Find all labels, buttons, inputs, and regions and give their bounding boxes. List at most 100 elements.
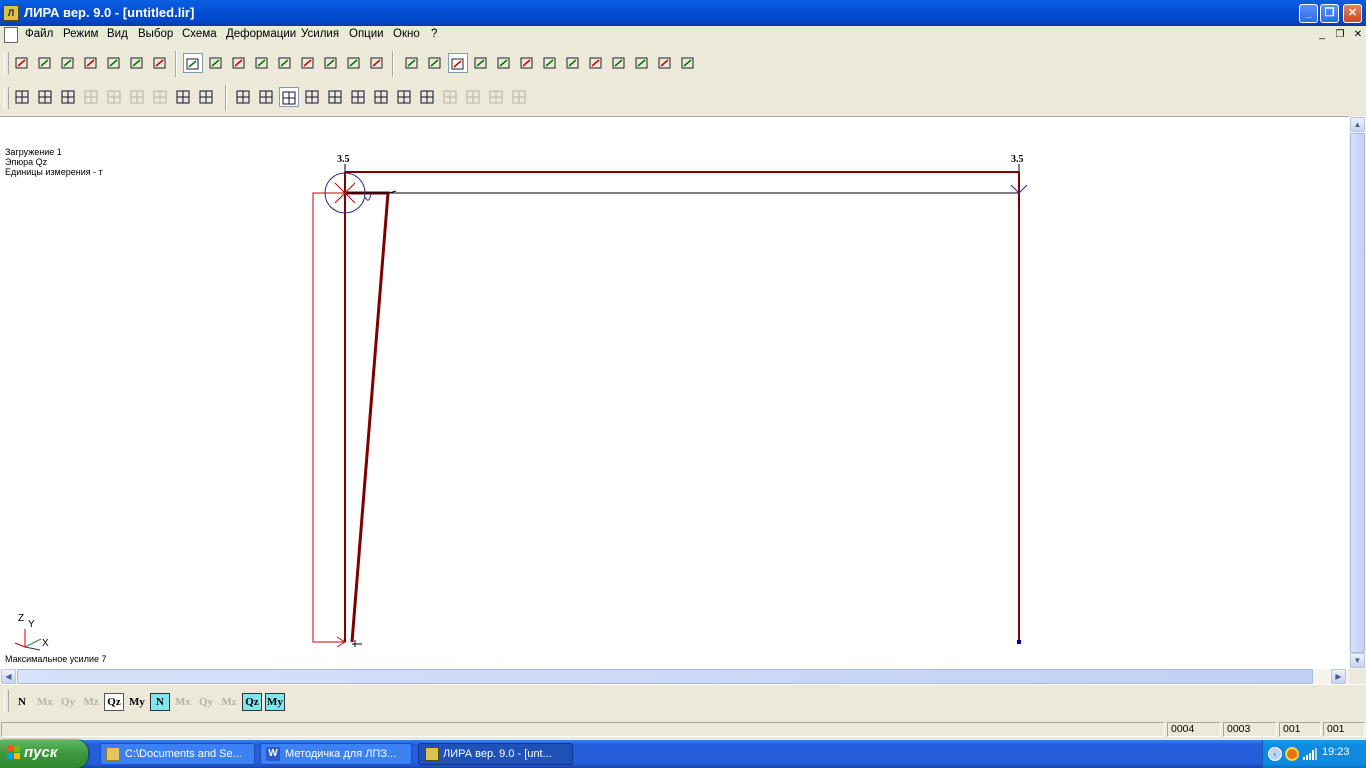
mosaic-N-button[interactable]: N — [150, 693, 170, 711]
toolbar-grip[interactable] — [4, 52, 9, 74]
close-button[interactable]: ✕ — [1343, 4, 1362, 23]
copy-button[interactable] — [12, 53, 32, 73]
horizontal-scrollbar[interactable]: ◀ ▶ — [0, 669, 1349, 684]
app-icon[interactable]: Л — [3, 5, 19, 21]
plate-button[interactable] — [632, 53, 652, 73]
zoom-window-button[interactable] — [494, 53, 514, 73]
vertical-scroll-thumb[interactable] — [1350, 133, 1365, 653]
grid-frame2-button[interactable] — [35, 87, 55, 107]
force-Mx-button[interactable]: Mx — [35, 693, 55, 711]
bar-chart-button[interactable] — [440, 87, 460, 107]
menu-deformations[interactable]: Деформации — [226, 28, 296, 40]
node-select-button[interactable] — [425, 53, 445, 73]
load-triangle-button[interactable] — [104, 53, 124, 73]
menu-options[interactable]: Опции — [349, 28, 384, 40]
restore-button[interactable]: ❐ — [1320, 4, 1339, 23]
quad2-button[interactable] — [325, 87, 345, 107]
mosaic-Mx-button[interactable]: Mx — [173, 693, 193, 711]
tray-app-icon[interactable] — [1285, 747, 1299, 761]
mesh-button[interactable] — [233, 87, 253, 107]
force-Qz-button[interactable]: Qz — [104, 693, 124, 711]
zoom-button[interactable] — [344, 53, 364, 73]
force-Mz-button[interactable]: Mz — [81, 693, 101, 711]
num-button[interactable] — [394, 87, 414, 107]
mosaic-Mz-button[interactable]: Mz — [219, 693, 239, 711]
mosaic-Qy-button[interactable]: Qy — [196, 693, 216, 711]
zoom-out-button[interactable] — [471, 53, 491, 73]
brush-button[interactable] — [517, 53, 537, 73]
yz-plane-button[interactable] — [252, 53, 272, 73]
menu-file[interactable]: Файл — [25, 28, 53, 40]
scroll-left-button[interactable]: ◀ — [1, 669, 16, 684]
force-Qy-button[interactable]: Qy — [58, 693, 78, 711]
task-word[interactable]: Методичка для ЛПЗ... — [260, 743, 412, 765]
notes-button[interactable] — [586, 53, 606, 73]
task-lira[interactable]: ЛИРА вер. 9.0 - [unt... — [418, 743, 573, 765]
layers-button[interactable] — [563, 53, 583, 73]
flag-button[interactable] — [298, 53, 318, 73]
node-n-button[interactable] — [348, 87, 368, 107]
force-N-button[interactable]: N — [12, 693, 32, 711]
dump-button[interactable] — [58, 53, 78, 73]
toolbar-grip[interactable] — [4, 690, 9, 712]
menu-scheme[interactable]: Схема — [182, 28, 217, 40]
force-My-button[interactable]: My — [127, 693, 147, 711]
paste-button[interactable] — [35, 53, 55, 73]
scroll-right-button[interactable]: ▶ — [1331, 669, 1346, 684]
ellipse-button[interactable] — [104, 87, 124, 107]
xz-plane-button[interactable] — [206, 53, 226, 73]
pencil-button[interactable] — [321, 53, 341, 73]
leaf-button[interactable] — [196, 87, 216, 107]
arc-button[interactable] — [81, 87, 101, 107]
3d-button[interactable] — [655, 53, 675, 73]
grid-frame3-button[interactable] — [58, 87, 78, 107]
help-cursor-icon — [678, 55, 698, 71]
menu-forces[interactable]: Усилия — [301, 28, 339, 40]
mdi-minimize-button[interactable]: _ — [1314, 28, 1330, 42]
toolbar-grip[interactable] — [4, 87, 9, 109]
drawing-canvas[interactable]: Загружение 1 Эпюра Qz Единицы измерения … — [0, 116, 1349, 670]
scroll-up-button[interactable]: ▲ — [1350, 117, 1365, 132]
menu-window[interactable]: Окно — [393, 28, 420, 40]
vertical-scrollbar[interactable]: ▲ ▼ — [1349, 116, 1366, 669]
signal-icon[interactable] — [1302, 747, 1318, 761]
rotate-button[interactable] — [275, 53, 295, 73]
document-icon[interactable] — [4, 27, 18, 43]
sigma-n-button[interactable] — [150, 53, 170, 73]
eraser-button[interactable] — [540, 53, 560, 73]
axes-button[interactable] — [183, 53, 203, 73]
quad-button[interactable] — [302, 87, 322, 107]
task-explorer[interactable]: C:\Documents and Se... — [100, 743, 255, 765]
double-slash-button[interactable] — [150, 87, 170, 107]
help-cursor-button[interactable] — [678, 53, 698, 73]
menu-mode[interactable]: Режим — [63, 28, 98, 40]
lightning-button[interactable] — [81, 53, 101, 73]
mosaic-Qz-button[interactable]: Qz — [242, 693, 262, 711]
circle-p-button[interactable] — [463, 87, 483, 107]
xy-plane-button[interactable] — [229, 53, 249, 73]
ruler-button[interactable] — [173, 87, 193, 107]
palette-button[interactable] — [609, 53, 629, 73]
weight-button[interactable] — [486, 87, 506, 107]
sigma-z-button[interactable] — [127, 53, 147, 73]
mdi-restore-button[interactable]: ❐ — [1332, 28, 1348, 42]
node-n2-button[interactable] — [371, 87, 391, 107]
ky-button[interactable] — [509, 87, 529, 107]
menu-select[interactable]: Выбор — [138, 28, 173, 40]
fill-button[interactable] — [256, 87, 276, 107]
slash-button[interactable] — [127, 87, 147, 107]
arch-button[interactable] — [279, 87, 299, 107]
menu-help[interactable]: ? — [431, 28, 437, 40]
mosaic-My-button[interactable]: My — [265, 693, 285, 711]
mdi-close-button[interactable]: ✕ — [1350, 28, 1366, 42]
filter-button[interactable] — [402, 53, 422, 73]
page-button[interactable] — [417, 87, 437, 107]
scroll-down-button[interactable]: ▼ — [1350, 653, 1365, 668]
zoom-in-button[interactable] — [448, 53, 468, 73]
horizontal-scroll-thumb[interactable] — [17, 669, 1313, 684]
grid-frame-button[interactable] — [12, 87, 32, 107]
zoom-fit-button[interactable] — [367, 53, 387, 73]
tray-collapse-icon[interactable]: ‹ — [1268, 747, 1282, 761]
minimize-button[interactable]: _ — [1299, 4, 1318, 23]
menu-view[interactable]: Вид — [107, 28, 128, 40]
